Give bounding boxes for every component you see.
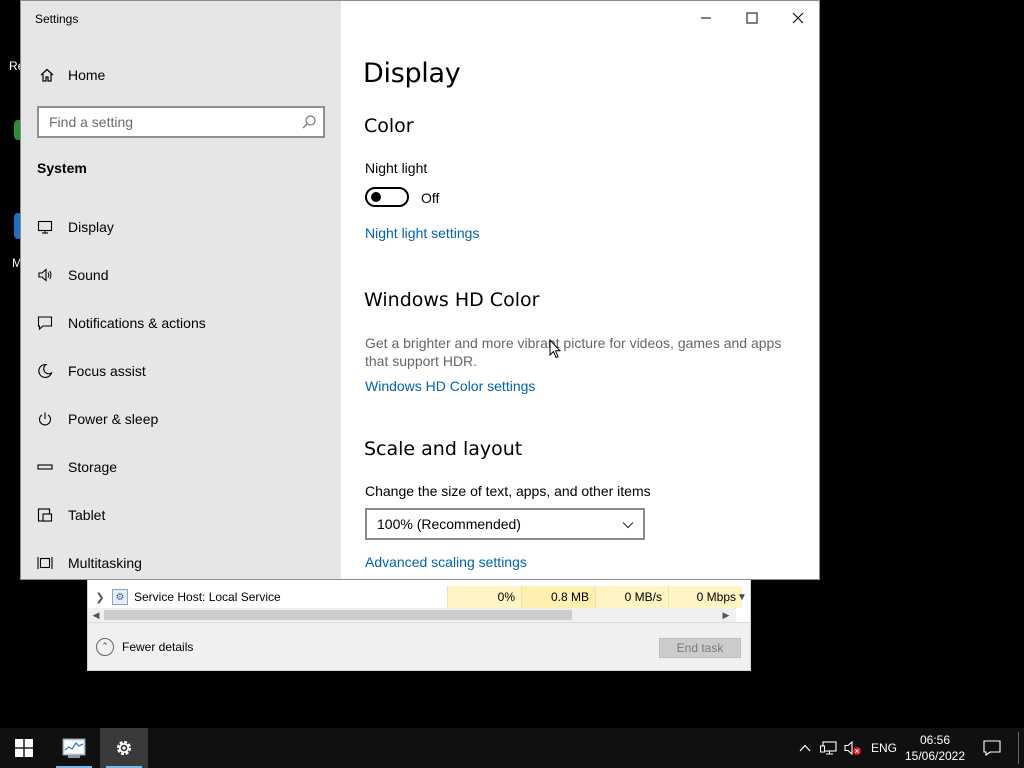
scale-dropdown-value: 100% (Recommended)	[377, 516, 521, 532]
sidebar-item-notifications[interactable]: Notifications & actions	[35, 312, 335, 334]
sidebar-section-system: System	[37, 160, 87, 176]
chevron-down-icon	[622, 522, 634, 529]
night-light-state: Off	[421, 190, 440, 206]
end-task-button[interactable]: End task	[659, 638, 741, 658]
sidebar-item-display[interactable]: Display	[35, 216, 335, 238]
notification-icon	[983, 740, 1001, 756]
sidebar-item-label: Storage	[68, 459, 118, 475]
sidebar-item-focus-assist[interactable]: Focus assist	[35, 360, 335, 382]
tablet-icon	[35, 505, 55, 525]
process-name: Service Host: Local Service	[134, 590, 281, 604]
night-light-toggle[interactable]	[365, 187, 409, 207]
sidebar-item-power-sleep[interactable]: Power & sleep	[35, 408, 335, 430]
windows-logo-icon	[15, 739, 33, 757]
search-icon[interactable]	[301, 114, 317, 130]
night-light-label: Night light	[365, 160, 428, 176]
advanced-scaling-link[interactable]: Advanced scaling settings	[365, 554, 527, 570]
disk-cell: 0 MB/s	[595, 586, 668, 608]
start-button[interactable]	[0, 728, 48, 768]
fewer-details-label: Fewer details	[122, 639, 194, 654]
display-settings-content: Display Color Night light Off Night ligh…	[341, 1, 819, 579]
gear-icon	[116, 740, 132, 756]
taskbar: ENG 06:56 15/06/2022	[0, 728, 1024, 768]
scroll-left-arrow-icon[interactable]: ◀	[88, 608, 104, 622]
section-heading-color: Color	[364, 115, 414, 137]
expand-chevron-icon[interactable]: ❯	[88, 591, 112, 604]
task-manager-footer: ⌃ Fewer details End task	[88, 622, 750, 670]
chevron-up-icon: ⌃	[96, 637, 114, 656]
notification-icon	[35, 313, 55, 333]
scroll-down-arrow-icon[interactable]: ▼	[734, 586, 750, 608]
show-desktop-divider[interactable]	[1018, 732, 1019, 764]
section-heading-hd-color: Windows HD Color	[364, 289, 540, 311]
cpu-cell: 0%	[447, 586, 521, 608]
chevron-up-icon	[799, 744, 811, 752]
sidebar-item-label: Notifications & actions	[68, 315, 206, 331]
settings-window: Settings Home System Display Sound	[20, 0, 820, 580]
monitor-icon	[35, 217, 55, 237]
sidebar-item-label: Power & sleep	[68, 411, 159, 427]
input-language-indicator[interactable]: ENG	[871, 741, 897, 755]
section-heading-scale-layout: Scale and layout	[364, 438, 523, 460]
search-input[interactable]	[49, 114, 289, 130]
table-row[interactable]: ❯ ⚙ Service Host: Local Service 0% 0.8 M…	[88, 586, 752, 608]
sidebar-item-sound[interactable]: Sound	[35, 264, 335, 286]
horizontal-scrollbar[interactable]: ◀ ▶	[88, 608, 736, 622]
sidebar-item-label: Tablet	[68, 507, 106, 523]
scale-dropdown[interactable]: 100% (Recommended)	[365, 508, 645, 540]
hd-color-settings-link[interactable]: Windows HD Color settings	[365, 378, 535, 394]
fewer-details-button[interactable]: ⌃ Fewer details	[96, 637, 194, 656]
service-host-icon: ⚙	[112, 589, 128, 605]
page-title: Display	[363, 58, 461, 89]
toggle-knob	[371, 192, 381, 202]
volume-muted-icon	[844, 740, 861, 756]
show-hidden-icons-button[interactable]	[796, 728, 814, 768]
mouse-cursor-icon	[549, 339, 561, 359]
storage-icon	[35, 457, 55, 477]
settings-sidebar: Settings Home System Display Sound	[21, 1, 341, 579]
speaker-icon	[35, 265, 55, 285]
taskbar-task-manager-button[interactable]	[50, 728, 98, 768]
memory-cell: 0.8 MB	[521, 586, 595, 608]
sidebar-item-label: Display	[68, 219, 114, 235]
night-light-settings-link[interactable]: Night light settings	[365, 225, 479, 241]
search-box[interactable]	[37, 106, 325, 138]
sidebar-item-label: Sound	[68, 267, 109, 283]
multitasking-icon	[35, 553, 55, 573]
sidebar-item-storage[interactable]: Storage	[35, 456, 335, 478]
scroll-right-arrow-icon[interactable]: ▶	[718, 608, 734, 622]
sidebar-item-tablet[interactable]: Tablet	[35, 504, 335, 526]
sidebar-item-label: Multitasking	[68, 555, 142, 571]
sidebar-item-home[interactable]: Home	[37, 65, 105, 85]
network-icon	[820, 741, 837, 755]
clock-date: 15/06/2022	[904, 749, 966, 763]
task-manager-icon	[62, 738, 86, 758]
window-title: Settings	[35, 12, 79, 26]
action-center-button[interactable]	[978, 728, 1006, 768]
network-cell: 0 Mbps	[668, 586, 742, 608]
taskbar-settings-button[interactable]	[100, 728, 148, 768]
home-icon	[37, 65, 57, 85]
scrollbar-thumb[interactable]	[104, 610, 572, 620]
clock[interactable]: 06:56 15/06/2022	[902, 732, 968, 764]
power-icon	[35, 409, 55, 429]
moon-icon	[35, 361, 55, 381]
sidebar-item-label: Home	[68, 67, 106, 83]
hd-color-description: Get a brighter and more vibrant picture …	[365, 335, 782, 369]
volume-tray-button[interactable]	[842, 728, 864, 768]
clock-time: 06:56	[919, 733, 951, 747]
sidebar-item-multitasking[interactable]: Multitasking	[35, 552, 335, 574]
sidebar-item-label: Focus assist	[68, 363, 146, 379]
task-manager-window: ❯ ⚙ Service Host: Local Service 0% 0.8 M…	[87, 579, 751, 671]
scale-size-label: Change the size of text, apps, and other…	[365, 483, 651, 499]
network-tray-button[interactable]	[818, 728, 840, 768]
